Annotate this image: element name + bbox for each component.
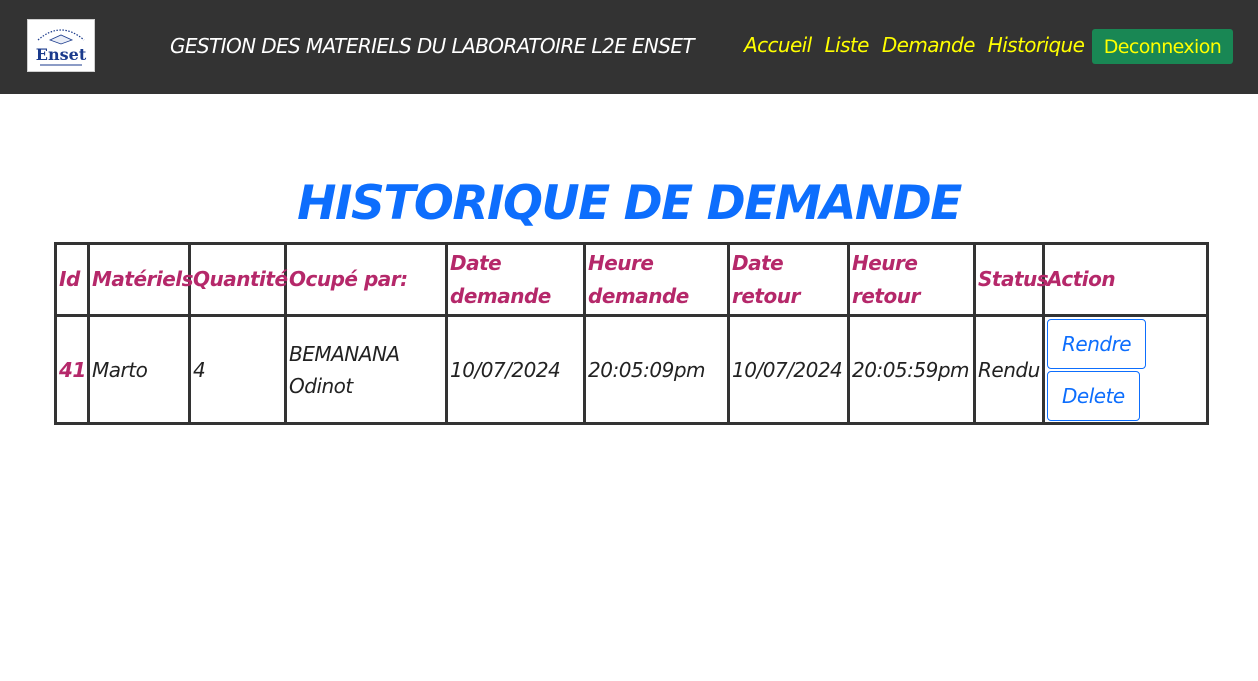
nav-link-historique[interactable]: Historique: [988, 33, 1085, 57]
rendre-button[interactable]: Rendre: [1047, 319, 1147, 369]
cell-id: 41: [54, 314, 90, 425]
delete-button[interactable]: Delete: [1047, 371, 1140, 421]
column-header-heure-demande: Heure demande: [583, 242, 730, 317]
cell-actions: Rendre Delete: [1042, 314, 1209, 425]
cell-heure-demande: 20:05:09pm: [583, 314, 730, 425]
cell-date-retour: 10/07/2024: [727, 314, 850, 425]
column-header-date-demande: Date demande: [445, 242, 586, 317]
enset-logo: Enset: [27, 19, 95, 72]
column-header-action: Action: [1042, 242, 1209, 317]
cell-occupe-par: BEMANANA Odinot: [284, 314, 448, 425]
cell-date-demande: 10/07/2024: [445, 314, 586, 425]
page-title: HISTORIQUE DE DEMANDE: [297, 176, 962, 231]
column-header-date-retour: Date retour: [727, 242, 850, 317]
column-header-status: Status: [973, 242, 1049, 317]
column-header-materiels: Matériels: [87, 242, 194, 317]
top-navbar: Enset GESTION DES MATERIELS DU LABORATOI…: [0, 0, 1258, 94]
nav-link-demande[interactable]: Demande: [882, 33, 976, 57]
cell-heure-retour: 20:05:59pm: [847, 314, 976, 425]
column-header-occupe-par: Ocupé par:: [284, 242, 448, 317]
column-header-heure-retour: Heure retour: [847, 242, 976, 317]
column-header-quantite: Quantité: [188, 242, 288, 317]
column-header-id: Id: [54, 242, 90, 317]
table-row: 41 Marto 4 BEMANANA Odinot 10/07/2024 20…: [54, 314, 1209, 425]
table-header-row: Id Matériels Quantité Ocupé par: Date de…: [54, 242, 1209, 317]
logout-button[interactable]: Deconnexion: [1092, 29, 1233, 64]
cell-status: Rendu: [973, 314, 1045, 425]
history-table: Id Matériels Quantité Ocupé par: Date de…: [54, 242, 1209, 425]
app-title: GESTION DES MATERIELS DU LABORATOIRE L2E…: [170, 34, 695, 58]
cell-quantite: 4: [188, 314, 287, 425]
nav-links: Accueil Liste Demande Historique: [744, 33, 1085, 57]
nav-link-accueil[interactable]: Accueil: [744, 33, 812, 57]
nav-link-liste[interactable]: Liste: [825, 33, 870, 57]
svg-text:Enset: Enset: [36, 45, 87, 64]
cell-materiel: Marto: [87, 314, 191, 425]
